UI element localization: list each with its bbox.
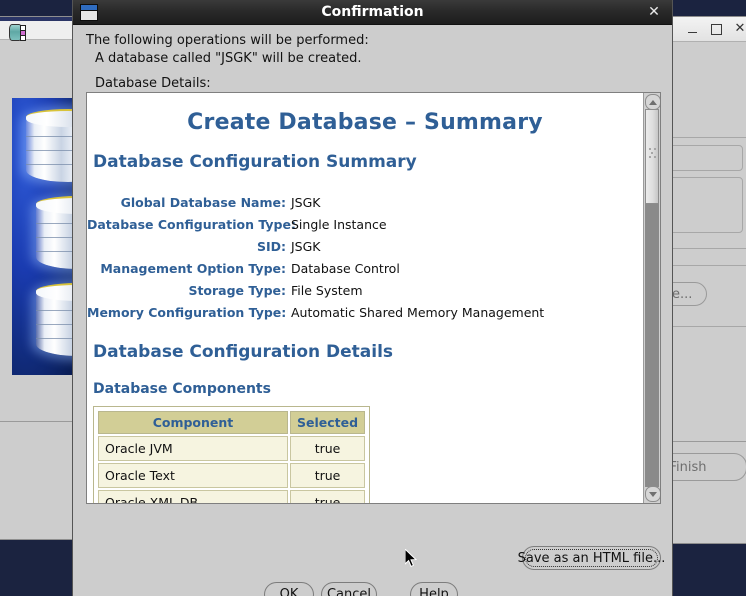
config-row: Management Option Type: Database Control	[87, 257, 627, 279]
config-key: Management Option Type:	[100, 260, 286, 276]
db-cylinder-1	[26, 109, 76, 182]
cell-selected: true	[290, 490, 366, 503]
scrollbar-thumb[interactable]	[645, 109, 659, 204]
background-left-titlebar	[0, 17, 76, 41]
close-icon[interactable]: ✕	[646, 4, 662, 20]
config-value: Automatic Shared Memory Management	[291, 304, 545, 320]
config-row: Storage Type: File System	[87, 279, 627, 301]
cell-selected: true	[290, 463, 366, 488]
operations-intro-line: The following operations will be perform…	[86, 33, 369, 48]
separator	[0, 421, 76, 422]
dialog-titlebar[interactable]: Confirmation ✕	[73, 0, 672, 25]
summary-document: Create Database – Summary Database Confi…	[87, 93, 643, 503]
scrollbar-grip-icon	[649, 148, 656, 161]
column-header-component: Component	[98, 411, 288, 434]
close-icon[interactable]: ✕	[733, 22, 746, 36]
scroll-up-icon[interactable]	[645, 94, 660, 110]
config-row: Database Configuration Type: Single Inst…	[87, 213, 627, 235]
minimize-icon[interactable]	[685, 22, 699, 36]
db-cylinder-2	[36, 196, 76, 269]
config-value: File System	[291, 282, 363, 298]
save-as-html-button[interactable]: Save as an HTML file...	[518, 546, 665, 570]
cell-component-name: Oracle XML DB	[98, 490, 288, 503]
background-finish-label: Finish	[669, 459, 707, 475]
background-right-titlebar: ✕	[673, 17, 746, 42]
config-row: Memory Configuration Type: Automatic Sha…	[87, 301, 627, 323]
database-components-table: Component Selected Oracle JVM true Oracl…	[96, 409, 367, 503]
config-row: SID: JSGK	[87, 235, 627, 257]
screen: Cancel ✕ rowse... Finish Confirmation ✕ …	[0, 0, 746, 596]
cell-component-name: Oracle Text	[98, 463, 288, 488]
cancel-label: Cancel	[326, 587, 372, 596]
config-key: Storage Type:	[188, 282, 286, 298]
maximize-icon[interactable]	[709, 22, 723, 36]
background-window-right[interactable]: ✕ rowse... Finish	[627, 16, 746, 544]
database-details-label: Database Details:	[95, 76, 211, 91]
config-key: SID:	[256, 238, 286, 254]
scrollbar-track[interactable]	[645, 109, 659, 487]
help-button[interactable]: Help	[410, 582, 458, 596]
config-key: Global Database Name:	[120, 194, 286, 210]
table-header-row: Component Selected	[98, 411, 366, 434]
ok-button[interactable]: OK	[264, 582, 314, 596]
summary-scroll-pane[interactable]: Create Database – Summary Database Confi…	[86, 92, 661, 504]
table-row: Oracle Text true	[98, 463, 366, 488]
config-row: Global Database Name: JSGK	[87, 191, 627, 213]
config-key: Database Configuration Type:	[87, 216, 296, 232]
oracle-banner-image	[12, 98, 76, 375]
help-label: Help	[419, 587, 449, 596]
database-icon	[9, 24, 26, 41]
section-heading-configuration-summary: Database Configuration Summary	[93, 152, 417, 172]
cell-component-name: Oracle JVM	[98, 436, 288, 461]
config-value: JSGK	[291, 238, 321, 254]
background-window-left[interactable]: Cancel	[0, 16, 78, 540]
db-cylinder-3	[36, 283, 76, 356]
confirmation-dialog: Confirmation ✕ The following operations …	[72, 0, 673, 596]
subsection-heading-database-components: Database Components	[93, 381, 271, 397]
scroll-down-icon[interactable]	[645, 486, 660, 502]
config-value: Single Instance	[291, 216, 387, 232]
cell-selected: true	[290, 436, 366, 461]
column-header-selected: Selected	[290, 411, 366, 434]
ok-label: OK	[279, 587, 299, 596]
titlebar-strip	[0, 17, 76, 21]
dialog-title: Confirmation	[321, 4, 424, 20]
cancel-button[interactable]: Cancel	[321, 582, 377, 596]
summary-title: Create Database – Summary	[187, 110, 543, 135]
section-heading-configuration-details: Database Configuration Details	[93, 342, 394, 362]
config-value: JSGK	[291, 194, 321, 210]
config-key: Memory Configuration Type:	[87, 304, 287, 320]
table-row: Oracle JVM true	[98, 436, 366, 461]
vertical-scrollbar[interactable]	[643, 93, 660, 503]
save-as-html-label: Save as an HTML file...	[517, 550, 666, 566]
dialog-body: The following operations will be perform…	[73, 25, 672, 596]
operations-detail-line: A database called "JSGK" will be created…	[95, 51, 362, 66]
configuration-summary-list: Global Database Name: JSGK Database Conf…	[87, 191, 627, 323]
database-components-table-wrapper: Component Selected Oracle JVM true Oracl…	[93, 406, 371, 503]
config-value: Database Control	[291, 260, 400, 276]
table-row: Oracle XML DB true	[98, 490, 366, 503]
